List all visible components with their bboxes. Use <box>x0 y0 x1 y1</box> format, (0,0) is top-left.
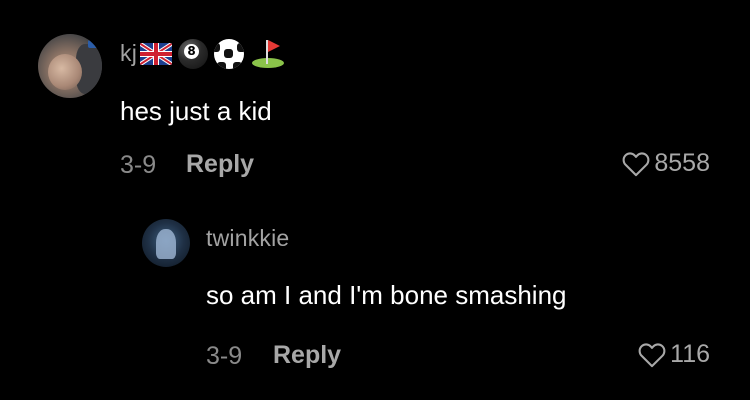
username[interactable]: twinkkie <box>206 225 289 252</box>
like-button[interactable]: 116 <box>638 340 710 369</box>
reply-comment-item: twinkkie so am I and I'm bone smashing 3… <box>0 200 750 400</box>
avatar-figure <box>156 229 176 259</box>
reply-button[interactable]: Reply <box>186 150 254 179</box>
comment-date: 3-9 <box>120 151 157 179</box>
comment-text: hes just a kid <box>120 96 272 126</box>
username-emoji-badges: 8 <box>140 38 286 70</box>
avatar[interactable] <box>38 34 102 98</box>
reply-button[interactable]: Reply <box>273 341 341 370</box>
like-count: 116 <box>670 340 710 368</box>
avatar[interactable] <box>142 219 190 267</box>
comment-date: 3-9 <box>206 342 243 370</box>
username[interactable]: kj <box>120 40 137 67</box>
heart-icon <box>638 342 666 367</box>
heart-icon <box>622 151 650 176</box>
avatar-background-detail <box>88 40 98 48</box>
like-button[interactable]: 8558 <box>622 149 710 178</box>
like-count: 8558 <box>654 149 710 177</box>
golf-flag-icon <box>250 38 286 70</box>
comment-text: so am I and I'm bone smashing <box>206 280 567 310</box>
soccer-ball-icon <box>214 39 244 69</box>
eight-ball-icon: 8 <box>178 39 208 69</box>
avatar-face <box>48 54 82 90</box>
uk-flag-icon <box>140 43 172 65</box>
comment-item: kj 8 hes just a kid 3-9 Reply 8558 <box>0 0 750 200</box>
